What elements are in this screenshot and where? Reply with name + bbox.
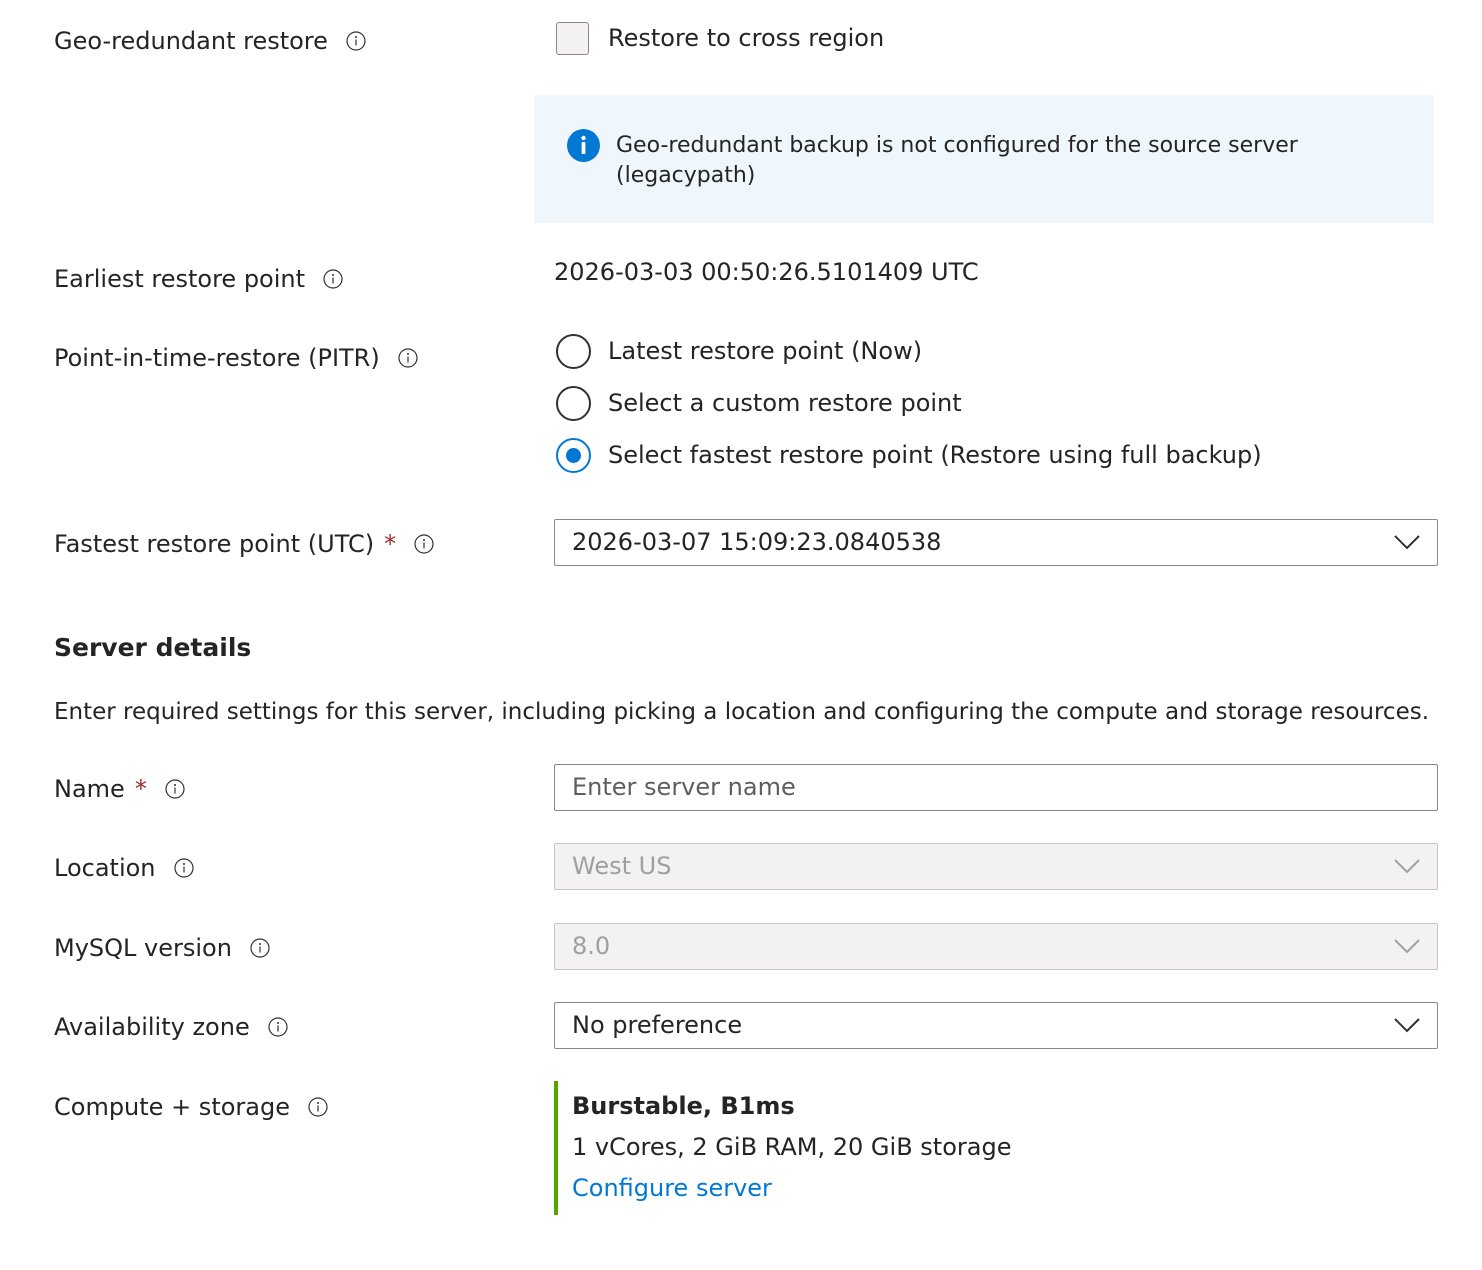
info-icon[interactable]: [414, 534, 434, 554]
chevron-down-icon: [1394, 859, 1420, 874]
geo-redundant-restore-label-text: Geo-redundant restore: [54, 27, 328, 55]
fastest-restore-point-label: Fastest restore point (UTC) *: [54, 529, 434, 559]
geo-redundant-restore-label: Geo-redundant restore: [54, 26, 366, 56]
mysql-version-dropdown: 8.0: [554, 923, 1438, 970]
info-icon[interactable]: [323, 269, 343, 289]
info-icon[interactable]: [308, 1097, 328, 1117]
info-icon[interactable]: [268, 1017, 288, 1037]
fastest-restore-point-dropdown[interactable]: 2026-03-07 15:09:23.0840538: [554, 519, 1438, 566]
name-label: Name *: [54, 774, 185, 804]
info-filled-icon: [567, 129, 600, 162]
restore-server-form: Geo-redundant restore Restore to cross r…: [0, 0, 1482, 1270]
compute-storage-label: Compute + storage: [54, 1092, 328, 1122]
location-value: West US: [572, 852, 672, 880]
fastest-restore-point-value: 2026-03-07 15:09:23.0840538: [572, 528, 942, 556]
location-label: Location: [54, 853, 194, 883]
location-label-text: Location: [54, 854, 156, 882]
availability-zone-label-text: Availability zone: [54, 1013, 250, 1041]
earliest-restore-point-label-text: Earliest restore point: [54, 265, 306, 293]
info-icon[interactable]: [250, 938, 270, 958]
pitr-radio-fastest[interactable]: [556, 438, 591, 473]
compute-storage-label-text: Compute + storage: [54, 1093, 290, 1121]
info-message-text: Geo-redundant backup is not configured f…: [616, 133, 1298, 188]
restore-cross-region-label[interactable]: Restore to cross region: [608, 23, 884, 53]
pitr-label-text: Point-in-time-restore (PITR): [54, 344, 380, 372]
availability-zone-label: Availability zone: [54, 1012, 288, 1042]
pitr-option-latest-label[interactable]: Latest restore point (Now): [608, 336, 922, 366]
compute-specs: 1 vCores, 2 GiB RAM, 20 GiB storage: [572, 1133, 1012, 1161]
earliest-restore-point-label: Earliest restore point: [54, 264, 343, 294]
info-icon[interactable]: [173, 858, 194, 878]
configure-server-link[interactable]: Configure server: [572, 1173, 772, 1203]
info-icon[interactable]: [165, 779, 185, 799]
pitr-radio-custom[interactable]: [556, 386, 591, 421]
required-asterisk: *: [134, 775, 147, 803]
mysql-version-label-text: MySQL version: [54, 934, 232, 962]
availability-zone-dropdown[interactable]: No preference: [554, 1002, 1438, 1049]
compute-tier: Burstable, B1ms: [572, 1092, 795, 1120]
server-name-input[interactable]: [572, 767, 1412, 807]
compute-storage-summary: Burstable, B1ms 1 vCores, 2 GiB RAM, 20 …: [554, 1081, 1254, 1215]
pitr-option-custom-label[interactable]: Select a custom restore point: [608, 388, 962, 418]
chevron-down-icon: [1394, 1018, 1420, 1033]
server-details-heading: Server details: [54, 633, 252, 662]
pitr-radio-latest[interactable]: [556, 334, 591, 369]
availability-zone-value: No preference: [572, 1011, 743, 1039]
fastest-restore-point-label-text: Fastest restore point (UTC): [54, 530, 375, 558]
required-asterisk: *: [384, 530, 397, 558]
pitr-label: Point-in-time-restore (PITR): [54, 343, 418, 373]
info-message-bar: Geo-redundant backup is not configured f…: [534, 95, 1434, 223]
info-icon[interactable]: [398, 348, 418, 368]
info-icon[interactable]: [346, 31, 366, 51]
server-name-field: [554, 764, 1438, 811]
server-details-description: Enter required settings for this server,…: [54, 699, 1430, 725]
earliest-restore-point-value: 2026-03-03 00:50:26.5101409 UTC: [554, 258, 979, 286]
mysql-version-label: MySQL version: [54, 933, 270, 963]
location-dropdown: West US: [554, 843, 1438, 890]
chevron-down-icon: [1394, 535, 1420, 550]
mysql-version-value: 8.0: [572, 932, 611, 960]
restore-cross-region-checkbox[interactable]: [556, 22, 589, 55]
chevron-down-icon: [1394, 939, 1420, 954]
pitr-option-fastest-label[interactable]: Select fastest restore point (Restore us…: [608, 440, 1262, 470]
name-label-text: Name: [54, 775, 125, 803]
